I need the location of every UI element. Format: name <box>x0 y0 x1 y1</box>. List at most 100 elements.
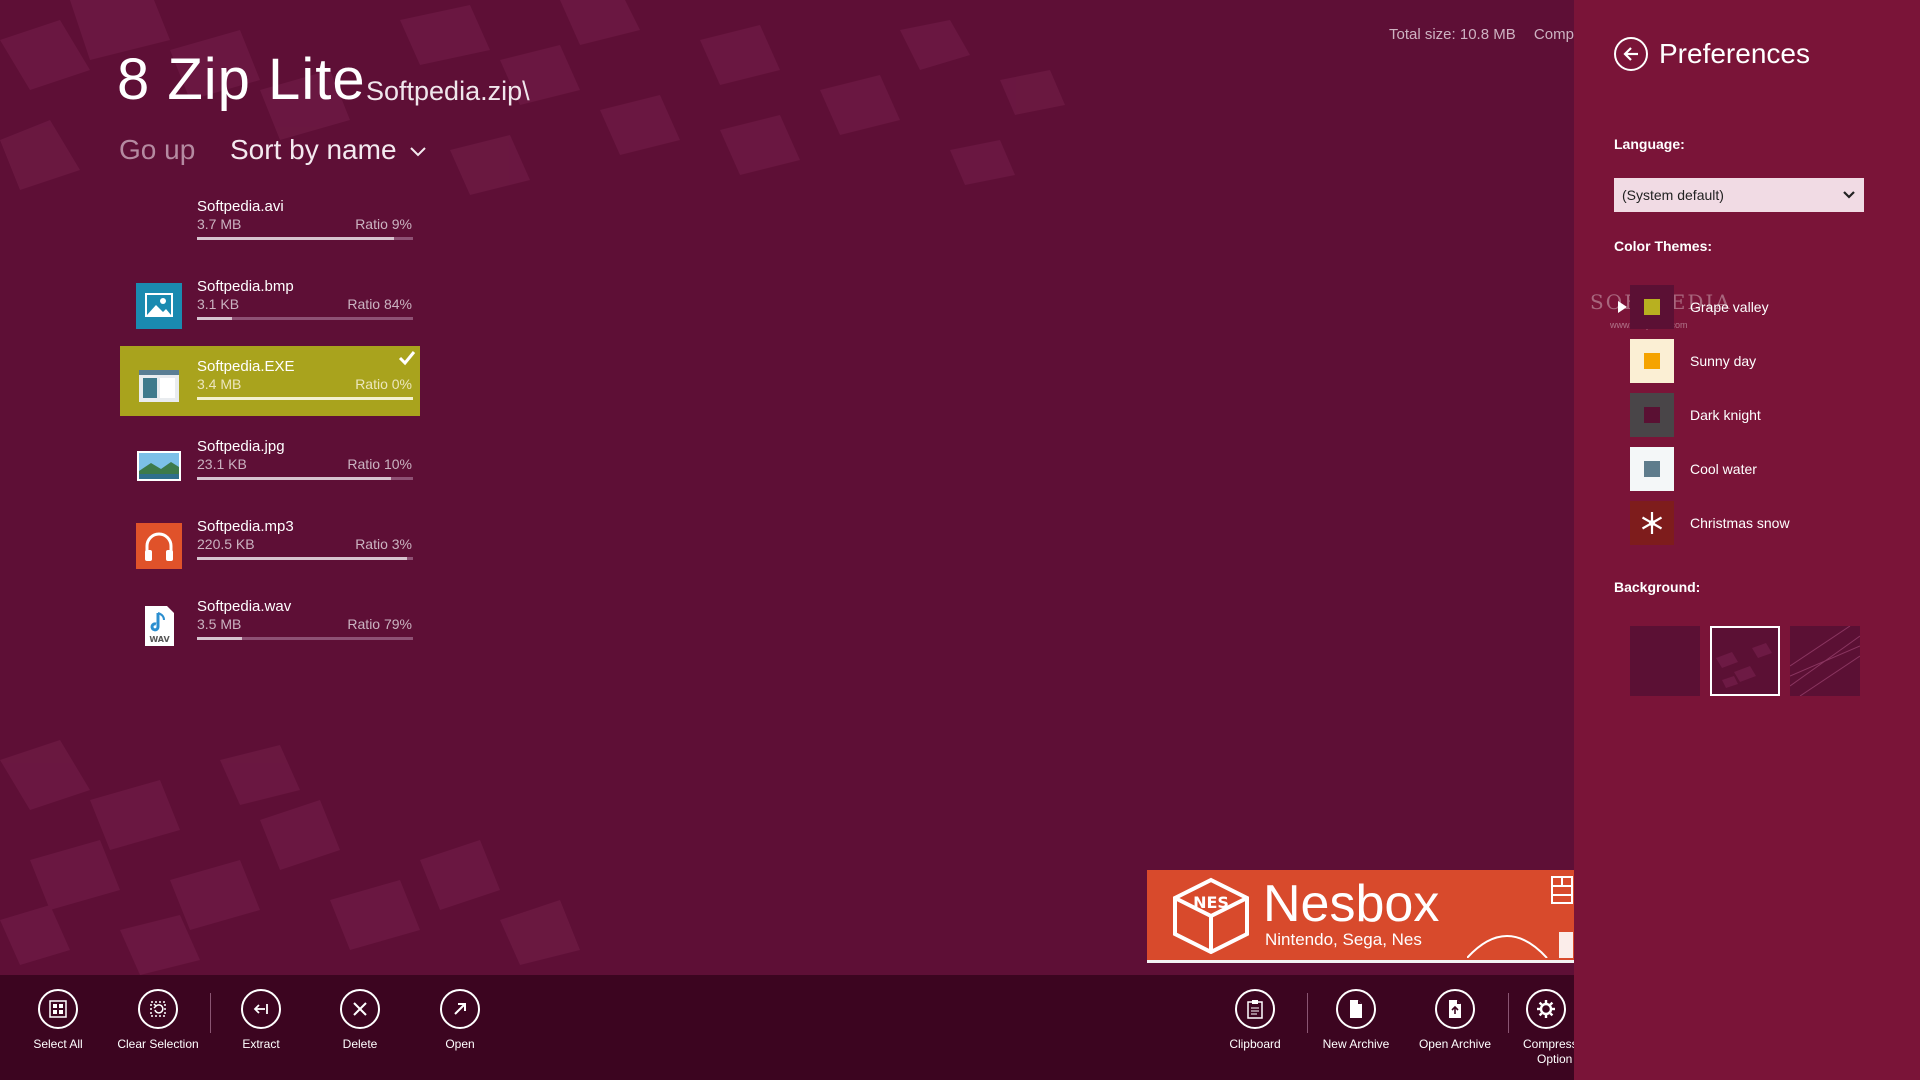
file-name: Softpedia.wav <box>197 598 292 615</box>
theme-label: Grape valley <box>1690 299 1769 315</box>
file-name: Softpedia.EXE <box>197 358 295 375</box>
mountain-decoration-icon <box>1467 932 1573 958</box>
theme-label: Christmas snow <box>1690 515 1790 531</box>
svg-text:WAV: WAV <box>149 635 170 644</box>
clipboard-button[interactable]: Clipboard <box>1205 989 1305 1052</box>
ratio-bar <box>197 237 413 240</box>
chevron-down-icon <box>409 147 426 157</box>
clipboard-label: Clipboard <box>1229 1037 1281 1051</box>
file-size: 3.4 MB <box>197 376 242 392</box>
file-list: Softpedia.avi 3.7 MB Ratio 9% Softpedia.… <box>120 186 420 666</box>
back-arrow-icon <box>1623 47 1638 61</box>
nesbox-logo-icon: NES <box>1173 877 1249 954</box>
theme-grape-valley[interactable]: Grape valley <box>1618 285 1880 329</box>
preferences-title: Preferences <box>1659 38 1810 69</box>
theme-sunny-day[interactable]: Sunny day <box>1630 339 1880 383</box>
open-label: Open <box>445 1037 475 1051</box>
new-archive-label: New Archive <box>1322 1037 1390 1051</box>
color-themes-heading: Color Themes: <box>1614 238 1713 254</box>
clear-selection-icon <box>138 989 178 1029</box>
extract-label: Extract <box>242 1037 280 1051</box>
total-size-text: Total size: 10.8 MB <box>1389 26 1516 43</box>
ratio-bar <box>197 317 413 320</box>
background-heading: Background: <box>1614 579 1701 595</box>
language-value: (System default) <box>1622 187 1724 203</box>
app-title: 8 Zip Lite <box>117 47 366 112</box>
theme-label: Dark knight <box>1690 407 1761 423</box>
delete-button[interactable]: Delete <box>310 989 410 1052</box>
theme-cool-water[interactable]: Cool water <box>1630 447 1880 491</box>
logo-text: NES <box>1193 893 1229 912</box>
compress-label: Compress <box>1523 1037 1574 1051</box>
open-archive-icon <box>1435 989 1475 1029</box>
ratio-bar-fill <box>197 237 394 240</box>
preferences-pane: Preferences Language: (System default) C… <box>1574 0 1920 1080</box>
ratio-bar-fill <box>197 317 232 320</box>
theme-dark-knight[interactable]: Dark knight <box>1630 393 1880 437</box>
back-button[interactable] <box>1614 37 1648 71</box>
ratio-bar-fill <box>197 397 413 400</box>
file-ratio: Ratio 84% <box>347 296 412 312</box>
list-item[interactable]: Softpedia.bmp 3.1 KB Ratio 84% <box>120 266 420 336</box>
theme-label: Sunny day <box>1690 353 1757 369</box>
open-button[interactable]: Open <box>410 989 510 1052</box>
background-option-plain[interactable] <box>1630 626 1700 696</box>
language-heading: Language: <box>1614 136 1685 152</box>
extract-button[interactable]: Extract <box>211 989 311 1052</box>
list-item[interactable]: Softpedia.mp3 220.5 KB Ratio 3% <box>120 506 420 576</box>
select-all-icon <box>38 989 78 1029</box>
language-select[interactable]: (System default) <box>1614 178 1864 212</box>
ad-title: Nesbox <box>1263 875 1440 933</box>
theme-christmas-snow[interactable]: Christmas snow <box>1630 501 1880 545</box>
theme-label: Cool water <box>1690 461 1757 477</box>
file-size: 3.7 MB <box>197 216 242 232</box>
select-all-button[interactable]: Select All <box>8 989 108 1052</box>
background-option-lines[interactable] <box>1789 625 1861 697</box>
theme-swatch <box>1630 285 1674 329</box>
wav-file-icon: WAV <box>136 603 182 649</box>
file-ratio: Ratio 79% <box>347 616 412 632</box>
ratio-bar <box>197 397 413 400</box>
go-up-button[interactable]: Go up <box>119 134 195 166</box>
clear-selection-button[interactable]: Clear Selection <box>108 989 208 1052</box>
background-option-diamonds[interactable] <box>1710 626 1780 696</box>
list-item-selected[interactable]: Softpedia.EXE 3.4 MB Ratio 0% <box>120 346 420 416</box>
file-ratio: Ratio 10% <box>347 456 412 472</box>
ratio-bar <box>197 557 413 560</box>
list-item[interactable]: Softpedia.avi 3.7 MB Ratio 9% <box>120 186 420 256</box>
theme-swatch <box>1630 339 1674 383</box>
headphones-icon <box>136 523 182 569</box>
theme-swatch <box>1630 393 1674 437</box>
ad-subtitle: Nintendo, Sega, Nes <box>1265 930 1422 949</box>
new-archive-button[interactable]: New Archive <box>1306 989 1406 1052</box>
file-ratio: Ratio 3% <box>355 536 412 552</box>
nesbox-ad-banner[interactable]: NES Nesbox Nintendo, Sega, Nes <box>1147 870 1574 963</box>
open-archive-label: Open Archive <box>1418 1037 1492 1051</box>
open-archive-button[interactable]: Open Archive <box>1405 989 1505 1052</box>
clear-selection-label: Clear Selection <box>117 1037 199 1051</box>
delete-label: Delete <box>342 1037 378 1051</box>
extract-icon <box>241 989 281 1029</box>
file-name: Softpedia.jpg <box>197 438 285 455</box>
compress-options-button[interactable]: Compress Option <box>1507 989 1574 1067</box>
clipboard-icon <box>1235 989 1275 1029</box>
sort-dropdown[interactable]: Sort by name <box>230 134 427 166</box>
file-size: 3.5 MB <box>197 616 242 632</box>
archive-stats: Total size: 10.8 MB Compre <box>1389 26 1587 43</box>
open-arrow-icon <box>440 989 480 1029</box>
landscape-photo-icon <box>136 443 182 489</box>
file-ratio: Ratio 0% <box>355 376 412 392</box>
list-item[interactable]: WAV Softpedia.wav 3.5 MB Ratio 79% <box>120 586 420 656</box>
list-item[interactable]: Softpedia.jpg 23.1 KB Ratio 10% <box>120 426 420 496</box>
file-size: 23.1 KB <box>197 456 247 472</box>
checkmark-icon <box>398 351 416 366</box>
image-icon <box>136 283 182 329</box>
ratio-bar <box>197 477 413 480</box>
select-all-label: Select All <box>33 1037 83 1051</box>
snowflake-icon <box>1630 501 1674 545</box>
chevron-down-icon <box>1843 191 1855 199</box>
selected-arrow-icon <box>1618 301 1627 313</box>
file-name: Softpedia.avi <box>197 198 284 215</box>
file-ratio: Ratio 9% <box>355 216 412 232</box>
archive-path: Softpedia.zip\ <box>366 76 530 106</box>
